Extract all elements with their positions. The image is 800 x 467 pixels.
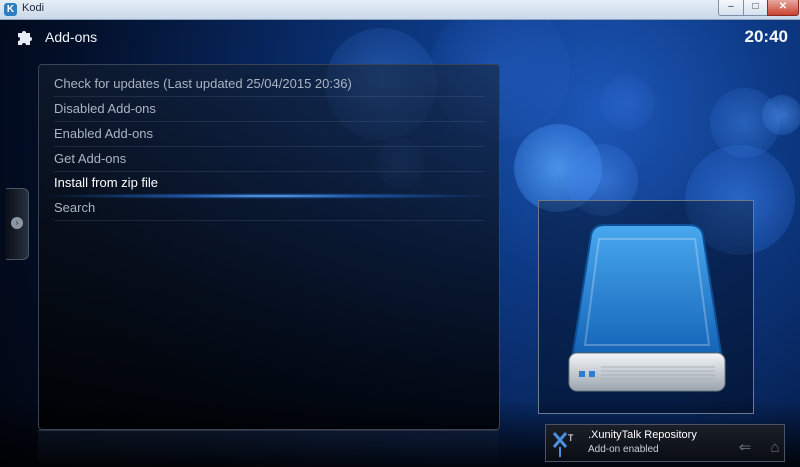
kodi-app: Add-ons 20:40 › Check for updates (Last … [0,20,800,467]
window-title: Kodi [22,2,45,14]
menu-item-install-zip[interactable]: Install from zip file [54,171,484,195]
close-button[interactable]: ✕ [767,0,799,16]
xunitytalk-logo-icon: T [550,427,584,459]
addons-menu-panel: Check for updates (Last updated 25/04/20… [38,64,500,430]
menu-item-enabled-addons[interactable]: Enabled Add-ons [54,122,484,147]
background-bubble [600,75,655,130]
notification-message: Add-on enabled [588,444,659,455]
maximize-button[interactable]: □ [743,0,768,16]
menu-item-search[interactable]: Search [54,196,484,221]
side-menu-arrow-icon: › [11,217,23,229]
menu-item-disabled-addons[interactable]: Disabled Add-ons [54,97,484,122]
hard-drive-icon [565,221,729,402]
clock: 20:40 [744,27,788,46]
minimize-button[interactable]: – [718,0,744,16]
side-menu-tab[interactable]: › [6,188,29,260]
puzzle-icon [16,26,36,46]
menu-item-check-updates[interactable]: Check for updates (Last updated 25/04/20… [54,72,484,97]
background-bubble [762,95,800,135]
home-icon[interactable]: ⌂ [763,437,787,459]
kodi-logo-icon: K [4,3,17,16]
window-title-bar[interactable]: K Kodi – □ ✕ [0,0,800,20]
preview-thumbnail [538,200,754,414]
svg-text:T: T [568,433,574,443]
notification-title: .XunityTalk Repository [588,429,697,441]
menu-item-get-addons[interactable]: Get Add-ons [54,147,484,172]
page-title: Add-ons [45,29,98,45]
back-arrow-icon[interactable]: ⇐ [733,437,757,459]
menu-panel-reflection [38,430,498,467]
